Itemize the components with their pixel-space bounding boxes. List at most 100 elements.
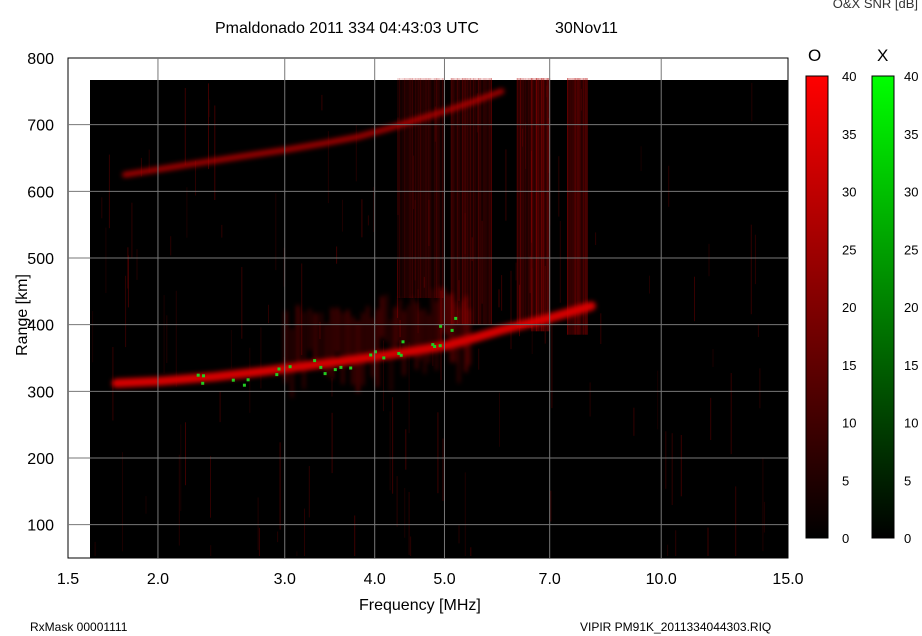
noise-streak (515, 262, 517, 281)
noise-streak (275, 193, 277, 271)
o-echo (352, 316, 354, 385)
band-column (584, 78, 586, 335)
band-column (482, 78, 484, 325)
band-column (453, 78, 456, 325)
band-column (518, 78, 520, 328)
band-column (579, 78, 582, 335)
noise-streak (131, 202, 133, 258)
x-point (382, 356, 386, 360)
noise-streak (260, 327, 262, 389)
band-column (398, 78, 401, 298)
noise-streak (410, 536, 412, 556)
o-echo (371, 317, 374, 378)
x-point (333, 368, 337, 372)
band-column (414, 78, 417, 298)
band-column (410, 78, 412, 298)
noise-streak (750, 224, 752, 315)
o-echo (376, 309, 379, 387)
noise-streak (640, 146, 642, 171)
band-column (461, 78, 464, 325)
o-echo (303, 311, 305, 389)
band-column (567, 78, 569, 335)
noise-streak (210, 545, 212, 556)
o-echo (439, 287, 442, 347)
o-echo (336, 307, 339, 354)
noise-streak (558, 156, 560, 217)
o-echo (419, 310, 422, 360)
noise-streak (210, 456, 211, 518)
noise-streak (342, 199, 343, 232)
band-column (536, 78, 538, 332)
band-column (547, 78, 549, 332)
o-echo (435, 301, 438, 371)
noise-streak (442, 438, 444, 501)
band-column (406, 78, 409, 298)
colorbar-tick-label: 40 (904, 69, 918, 84)
band-column (411, 78, 413, 298)
o-echo (290, 328, 293, 398)
band-column (408, 78, 410, 298)
noise-streak (680, 435, 682, 497)
band-column (484, 78, 486, 325)
band-column (583, 78, 585, 335)
o-echo (468, 308, 471, 366)
o-echo (465, 295, 467, 372)
o-echo (341, 312, 344, 385)
band-column (485, 78, 488, 325)
band-column (421, 78, 423, 298)
band-column (529, 78, 531, 328)
noise-streak (389, 411, 391, 491)
x-tick-label: 7.0 (539, 571, 561, 588)
band-column (540, 78, 543, 332)
band-column (468, 78, 470, 325)
noise-streak (185, 422, 186, 486)
band-column (455, 78, 457, 325)
y-tick-label: 600 (27, 184, 54, 201)
noise-streak (127, 247, 129, 289)
noise-streak (671, 433, 673, 505)
footer-filename: VIPIR PM91K_2011334044303.RIQ (580, 620, 772, 634)
noise-streak (405, 429, 407, 470)
o-echo (450, 293, 453, 363)
noise-streak (550, 490, 552, 522)
noise-streak (710, 397, 712, 440)
x-colorbar (871, 75, 895, 539)
band-column (466, 78, 468, 325)
colorbar-tick-label: 35 (904, 127, 918, 142)
noise-streak (505, 149, 507, 221)
noise-streak (101, 197, 103, 219)
band-column (465, 78, 467, 325)
noise-streak (392, 397, 394, 494)
noise-streak (221, 224, 223, 238)
band-column (403, 78, 405, 298)
noise-streak (633, 407, 635, 436)
band-column (545, 78, 547, 332)
noise-streak (458, 525, 460, 544)
band-column (532, 78, 535, 332)
band-column (474, 78, 476, 325)
x-point (231, 378, 235, 382)
band-column (402, 78, 404, 298)
x-point (433, 345, 437, 348)
o-echo (457, 307, 460, 383)
x-colorbar-label: X (877, 46, 889, 65)
noise-streak (257, 497, 259, 550)
x-point (313, 359, 317, 363)
band-column (487, 78, 489, 325)
band-column (537, 78, 539, 332)
o-echo (454, 301, 457, 363)
o-colorbar-label: O (808, 46, 822, 65)
noise-streak (301, 263, 303, 355)
o-echo (297, 305, 299, 371)
band-column (570, 78, 572, 335)
band-column (397, 78, 399, 298)
band-column (544, 78, 546, 332)
noise-streak (763, 501, 765, 533)
band-column (576, 78, 578, 335)
noise-streak (675, 530, 677, 556)
noise-streak (478, 348, 480, 370)
noise-streak (94, 541, 96, 556)
o-echo (380, 296, 383, 338)
o-echo (366, 306, 369, 357)
band-column (542, 78, 544, 332)
